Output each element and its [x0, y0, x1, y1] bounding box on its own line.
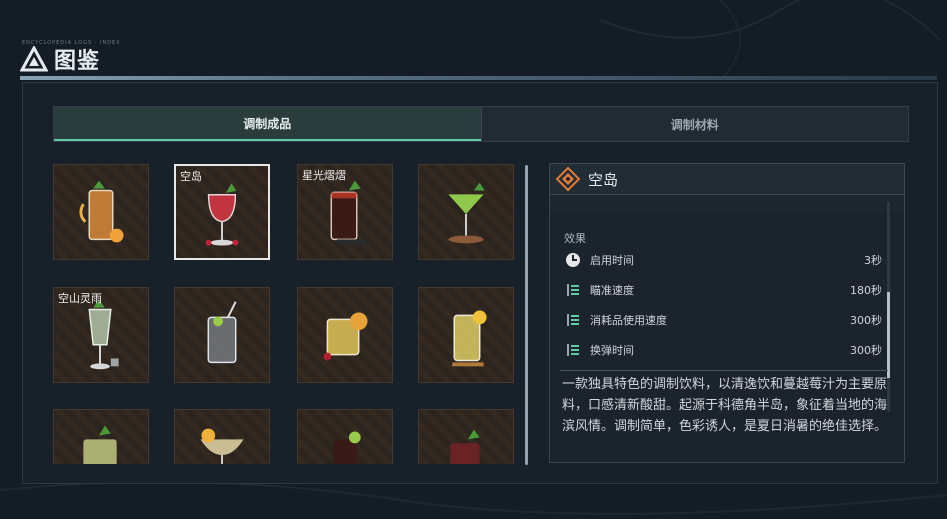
- coupe-citrus-icon: [200, 428, 244, 464]
- yellow-tumbler-icon: [323, 312, 368, 361]
- bars-icon: [564, 311, 582, 329]
- clear-soda-icon: [207, 301, 237, 364]
- page-title: 图鉴: [54, 49, 101, 74]
- stat-value: 3秒: [864, 254, 882, 267]
- drink-card[interactable]: [174, 287, 270, 383]
- lemon-highball-icon: [452, 310, 487, 367]
- card-label: 星光熠熠: [302, 169, 346, 182]
- detail-divider: [560, 370, 888, 371]
- detail-band: [550, 195, 904, 213]
- tab-crafting-materials[interactable]: 调制材料: [480, 107, 909, 141]
- header-divider: [20, 76, 937, 80]
- card-label: 空山灵雨: [58, 292, 102, 305]
- effect-label: 效果: [564, 232, 586, 245]
- detail-title: 空岛: [588, 170, 619, 189]
- drink-card-selected[interactable]: 空岛: [174, 164, 270, 260]
- dark-short-icon: [333, 431, 361, 464]
- codex-logo-icon: [20, 46, 48, 72]
- stat-value: 180秒: [850, 284, 882, 297]
- stat-value: 300秒: [850, 344, 882, 357]
- drink-card[interactable]: [418, 164, 514, 260]
- orange-highball-icon: [79, 180, 124, 243]
- page-header: 图鉴: [20, 42, 100, 76]
- stat-row: 消耗品使用速度 300秒: [564, 308, 882, 332]
- drink-card[interactable]: [53, 164, 149, 260]
- drink-card[interactable]: [174, 409, 270, 464]
- drink-card[interactable]: 空山灵雨: [53, 287, 149, 383]
- bars-icon: [564, 281, 582, 299]
- drink-card[interactable]: [418, 287, 514, 383]
- bars-icon: [564, 341, 582, 359]
- stat-row: 瞄准速度 180秒: [564, 278, 882, 302]
- item-description: 一款独具特色的调制饮料，以清逸饮和蔓越莓汁为主要原料，口感清新酸甜。起源于科德角…: [562, 377, 888, 434]
- detail-panel: 空岛 效果 启用时间 3秒 瞄准速度 180秒 消耗品使用速度 300秒 换弹时…: [549, 163, 905, 463]
- drink-card[interactable]: [418, 409, 514, 464]
- stat-label: 瞄准速度: [590, 284, 634, 297]
- item-category-icon: [556, 167, 580, 191]
- red-short-icon: [450, 429, 480, 464]
- stat-label: 启用时间: [590, 254, 634, 267]
- detail-header: 空岛: [550, 164, 904, 195]
- grid-scrollbar[interactable]: [525, 165, 528, 465]
- drink-card[interactable]: [297, 287, 393, 383]
- drink-card[interactable]: [297, 409, 393, 464]
- stat-label: 换弹时间: [590, 344, 634, 357]
- stat-row: 启用时间 3秒: [564, 248, 882, 272]
- card-label: 空岛: [180, 170, 202, 183]
- green-martini-icon: [448, 182, 485, 244]
- drink-card[interactable]: [53, 409, 149, 464]
- tab-crafted-drinks[interactable]: 调制成品: [54, 107, 481, 141]
- stat-value: 300秒: [850, 314, 882, 327]
- stat-row: 换弹时间 300秒: [564, 338, 882, 362]
- yellow-mojito-icon: [83, 425, 117, 464]
- detail-scroll-thumb[interactable]: [887, 292, 890, 378]
- drink-card[interactable]: 星光熠熠: [297, 164, 393, 260]
- category-tabs: 调制成品 调制材料: [53, 106, 909, 142]
- clock-icon: [564, 251, 582, 269]
- drink-grid: 空岛 星光熠熠 空山灵雨: [53, 164, 517, 464]
- stat-label: 消耗品使用速度: [590, 314, 667, 327]
